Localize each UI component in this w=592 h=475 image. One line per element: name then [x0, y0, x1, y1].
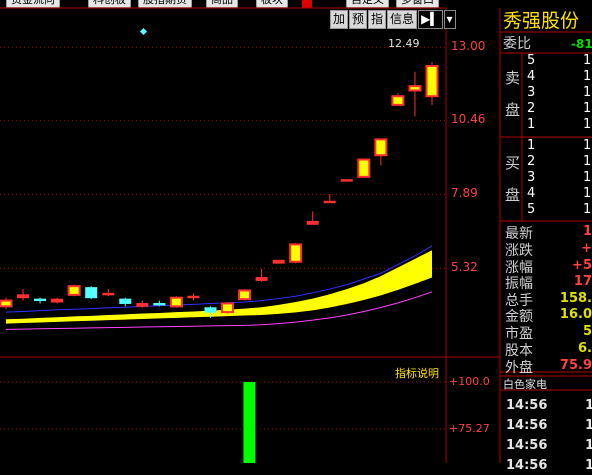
sell-level-value: 1	[583, 69, 592, 84]
weibi-label: 委比	[503, 36, 531, 52]
candle-body	[289, 243, 303, 263]
sell-level-number: 2	[527, 101, 536, 116]
buy-level-number: 2	[527, 154, 536, 169]
candle-body	[102, 292, 115, 296]
info-button[interactable]: 信息	[387, 10, 418, 29]
stock-name: 秀强股份	[503, 10, 580, 32]
weibi-value: -81	[571, 37, 592, 51]
buy-level-value: 1	[583, 202, 592, 217]
buy-label-2: 盘	[505, 186, 521, 204]
sell-level-number: 1	[527, 117, 536, 132]
candle-body	[204, 307, 217, 313]
price-axis-label: 13.00	[451, 39, 486, 54]
stat-value: +5	[572, 258, 592, 273]
sector-label: 白色家电	[503, 378, 547, 391]
indicator-bar	[243, 382, 256, 463]
stat-value: 75.9	[559, 358, 592, 373]
stat-value: 6.	[578, 341, 592, 356]
sell-label-2: 盘	[505, 101, 521, 119]
candle-body	[153, 302, 166, 306]
tape-value: 1	[585, 398, 592, 413]
tape-time: 14:56	[506, 458, 548, 473]
candle-body	[51, 298, 64, 303]
indicator-help-link[interactable]: 指标说明	[395, 365, 439, 381]
sell-label-1: 卖	[505, 69, 521, 87]
candle-body	[340, 179, 353, 182]
stat-label: 外盘	[505, 360, 533, 376]
candle-body	[0, 299, 13, 308]
buy-level-value: 1	[583, 154, 592, 169]
stat-value: 5	[582, 324, 592, 339]
buy-label-1: 买	[505, 154, 521, 172]
tape-time: 14:56	[506, 398, 548, 413]
candle-body	[221, 302, 235, 314]
chart-toolbar: 加 预 指 信息 ▶▍ ▾	[330, 10, 457, 29]
stat-value: 1	[582, 224, 592, 239]
buy-level-number: 4	[527, 186, 536, 201]
indicator-button[interactable]: 指	[368, 10, 387, 29]
buy-level-value: 1	[583, 170, 592, 185]
buy-level-value: 1	[583, 138, 592, 153]
buy-level-number: 3	[527, 170, 536, 185]
candle-body	[272, 259, 285, 264]
buy-level-number: 5	[527, 202, 536, 217]
tape-value: 1	[585, 458, 592, 473]
add-button[interactable]: 加	[330, 10, 349, 29]
candle-body	[238, 289, 252, 301]
candle-body	[425, 64, 439, 98]
candle-body	[357, 158, 371, 178]
sell-level-value: 1	[583, 101, 592, 116]
stat-value: 16.0	[559, 307, 592, 322]
tape-time: 14:56	[506, 438, 548, 453]
candle-body	[255, 277, 268, 281]
candle-body	[391, 95, 405, 106]
tape-time: 14:56	[506, 418, 548, 433]
sell-level-value: 1	[583, 117, 592, 132]
dropdown-icon[interactable]: ▾	[443, 10, 456, 29]
candle-body	[187, 295, 200, 299]
tape-value: 1	[585, 418, 592, 433]
buy-level-value: 1	[583, 186, 592, 201]
sell-level-number: 3	[527, 85, 536, 100]
stat-value: 17	[573, 274, 592, 289]
price-axis-label: 5.32	[451, 260, 478, 275]
candle-body	[408, 85, 422, 92]
stat-value: +	[581, 241, 592, 256]
next-icon[interactable]: ▶▍	[418, 10, 443, 29]
buy-level-number: 1	[527, 138, 536, 153]
candle-body	[136, 302, 149, 307]
sell-level-number: 5	[527, 53, 536, 68]
price-axis-label: 7.89	[451, 186, 478, 201]
sell-level-number: 4	[527, 69, 536, 84]
candle-body	[85, 287, 98, 299]
candle-body	[323, 200, 336, 204]
signal-marker	[139, 27, 148, 36]
tape-value: 1	[585, 438, 592, 453]
max-price-label: 12.49	[388, 37, 420, 50]
ma-blue-line	[5, 245, 433, 313]
candle-body	[34, 298, 47, 302]
candle-body	[67, 285, 81, 296]
price-axis-label: 10.46	[451, 112, 486, 127]
kline-chart[interactable]	[0, 0, 592, 463]
candle-body	[306, 220, 319, 225]
indicator-axis-label: +75.27	[449, 422, 490, 435]
sell-level-value: 1	[583, 53, 592, 68]
stat-value: 158.	[559, 291, 592, 306]
candle-body	[374, 138, 388, 157]
candle-body	[17, 294, 30, 299]
indicator-axis-label: +100.0	[449, 375, 490, 388]
sell-level-value: 1	[583, 85, 592, 100]
predict-button[interactable]: 预	[349, 10, 368, 29]
weibi-row: 委比 -81	[503, 35, 592, 53]
candle-body	[119, 298, 132, 304]
candle-body	[169, 296, 183, 308]
